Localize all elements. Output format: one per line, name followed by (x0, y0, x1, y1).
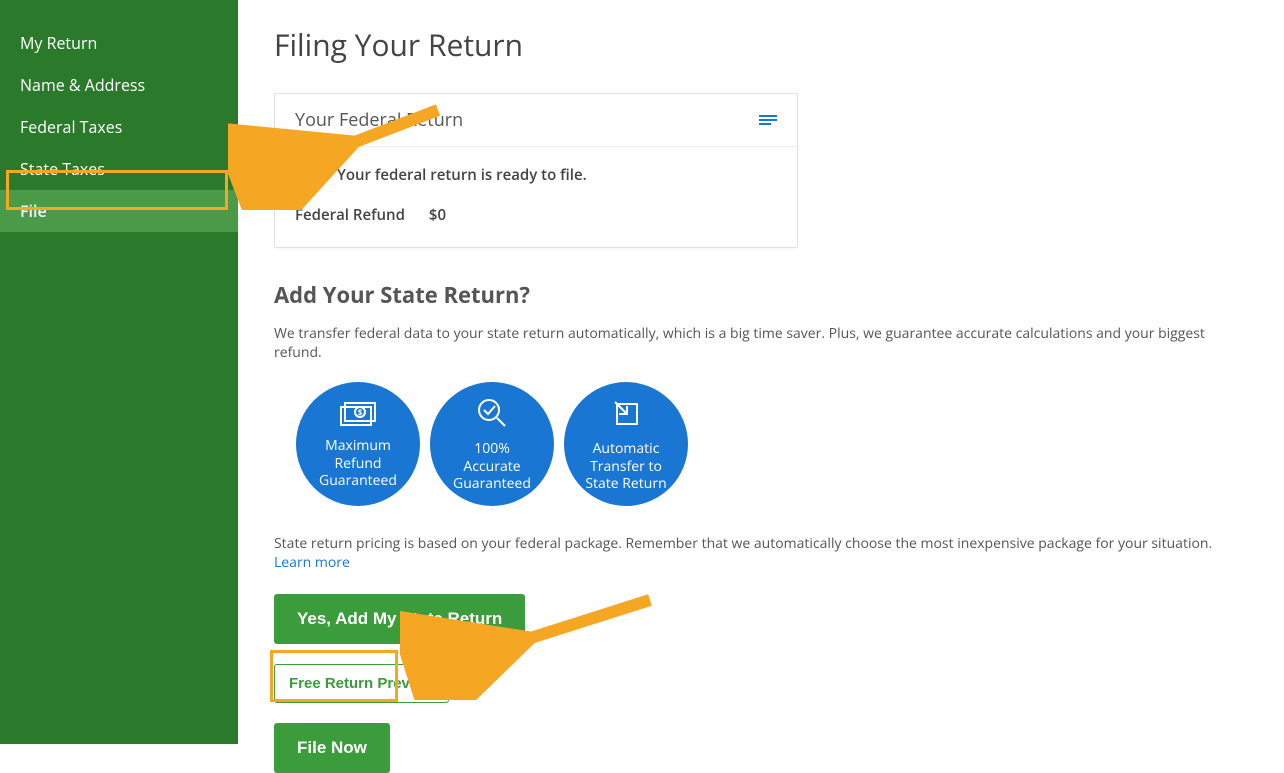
badge-label: Accurate (463, 458, 520, 476)
federal-return-card: Your Federal Return ✓ Your federal retur… (274, 93, 798, 248)
refund-label: Federal Refund (295, 205, 405, 225)
add-state-return-button[interactable]: Yes, Add My State Return (274, 594, 525, 644)
badge-label: Transfer to (590, 458, 662, 476)
learn-more-link[interactable]: Learn more (274, 553, 350, 572)
badge-label: Guaranteed (453, 475, 531, 493)
money-icon: $ (339, 399, 377, 432)
badge-label: Guaranteed (319, 472, 397, 490)
sidebar: My Return Name & Address Federal Taxes S… (0, 0, 238, 744)
card-menu-icon[interactable] (759, 115, 777, 125)
transfer-icon (609, 396, 643, 435)
badge-label: Maximum (325, 437, 391, 455)
pricing-text: State return pricing is based on your fe… (274, 534, 1248, 572)
state-section-desc: We transfer federal data to your state r… (274, 324, 1248, 362)
main-content: Filing Your Return Your Federal Return ✓… (238, 0, 1284, 744)
check-search-icon (475, 396, 509, 435)
federal-status-row: ✓ Your federal return is ready to file. (307, 165, 777, 185)
sidebar-item-state-taxes[interactable]: State Taxes (0, 148, 238, 190)
badge-max-refund: $ Maximum Refund Guaranteed (296, 382, 420, 506)
sidebar-item-file[interactable]: File (0, 190, 238, 232)
state-section-title: Add Your State Return? (274, 280, 1248, 310)
badges-row: $ Maximum Refund Guaranteed 100% Accurat… (296, 382, 1248, 506)
refund-value: $0 (429, 205, 446, 225)
sidebar-item-federal-taxes[interactable]: Federal Taxes (0, 106, 238, 148)
badge-accurate: 100% Accurate Guaranteed (430, 382, 554, 506)
free-preview-button[interactable]: Free Return Preview (274, 664, 449, 703)
pricing-copy: State return pricing is based on your fe… (274, 534, 1212, 553)
badge-label: State Return (585, 475, 666, 493)
file-now-button[interactable]: File Now (274, 723, 390, 773)
badge-label: Refund (335, 455, 382, 473)
badge-label: 100% (474, 440, 510, 458)
card-body: ✓ Your federal return is ready to file. … (275, 147, 797, 247)
badge-transfer: Automatic Transfer to State Return (564, 382, 688, 506)
federal-status-text: Your federal return is ready to file. (337, 165, 587, 185)
svg-text:$: $ (358, 407, 363, 418)
card-title: Your Federal Return (295, 108, 463, 132)
checkmark-icon: ✓ (307, 166, 325, 184)
page-title: Filing Your Return (274, 24, 1248, 65)
card-header: Your Federal Return (275, 94, 797, 147)
badge-label: Automatic (593, 440, 660, 458)
sidebar-item-name-address[interactable]: Name & Address (0, 64, 238, 106)
sidebar-item-my-return[interactable]: My Return (0, 22, 238, 64)
federal-refund-row: Federal Refund $0 (295, 205, 777, 225)
